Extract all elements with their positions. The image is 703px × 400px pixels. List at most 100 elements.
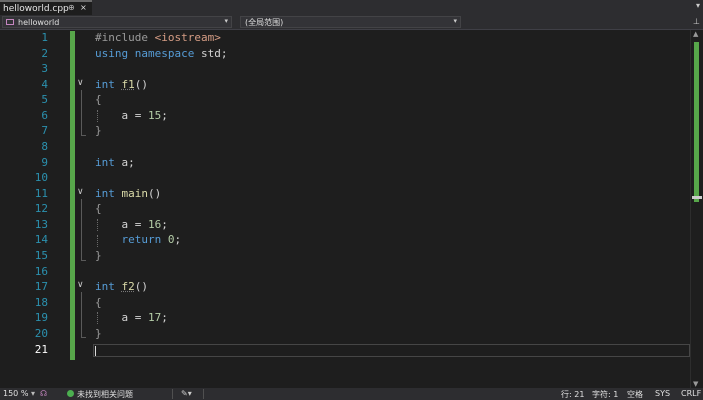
operator: = bbox=[128, 218, 148, 231]
code-line-5: { bbox=[95, 93, 102, 106]
split-icon[interactable]: ⊥ bbox=[693, 17, 700, 26]
line-number: 10 bbox=[34, 171, 48, 184]
brace: } bbox=[95, 124, 102, 137]
line-number: 5 bbox=[41, 93, 48, 106]
include-header: <iostream> bbox=[154, 31, 221, 44]
code-text: () bbox=[134, 280, 148, 293]
line-endings[interactable]: CRLF bbox=[681, 389, 701, 398]
outline-line bbox=[81, 199, 82, 260]
line-number: 18 bbox=[34, 296, 48, 309]
line-number: 14 bbox=[34, 233, 48, 246]
code-text: () bbox=[134, 78, 148, 91]
pin-icon[interactable]: ⊕ bbox=[68, 3, 75, 12]
line-number: 7 bbox=[41, 124, 48, 137]
code-line-11: int main() bbox=[95, 187, 161, 200]
code-line-12: { bbox=[95, 202, 102, 215]
line-number: 4 bbox=[41, 78, 48, 91]
code-line-18: { bbox=[95, 296, 102, 309]
project-name: helloworld bbox=[18, 17, 60, 27]
code-line-14: return 0; bbox=[95, 233, 182, 246]
brush-icon[interactable]: ✎▾ bbox=[181, 389, 192, 398]
line-position[interactable]: 行: 21 bbox=[561, 389, 584, 400]
separator bbox=[172, 389, 173, 399]
keyword: namespace bbox=[134, 47, 195, 60]
tab-overflow-icon[interactable]: ▾ bbox=[696, 1, 700, 10]
function-name: f1 bbox=[121, 78, 135, 91]
encoding[interactable]: SYS bbox=[655, 389, 670, 398]
scope-dropdown[interactable]: (全局范围) ▾ bbox=[240, 16, 461, 28]
preprocessor-directive: #include bbox=[95, 31, 155, 44]
code-text: a; bbox=[114, 156, 135, 169]
chevron-down-icon: ▾ bbox=[453, 17, 457, 25]
line-number: 16 bbox=[34, 265, 48, 278]
line-number: 6 bbox=[41, 109, 48, 122]
code-line-6: a = 15; bbox=[95, 109, 168, 122]
operator: = bbox=[128, 311, 148, 324]
semicolon: ; bbox=[174, 233, 182, 246]
close-icon[interactable]: × bbox=[80, 3, 87, 12]
code-line-19: a = 17; bbox=[95, 311, 168, 324]
char-position[interactable]: 字符: 1 bbox=[592, 389, 618, 400]
document-tab-bar: helloworld.cpp ⊕ × ▾ bbox=[0, 0, 703, 15]
line-number: 12 bbox=[34, 202, 48, 215]
scope-name: (全局范围) bbox=[245, 17, 284, 27]
brace: } bbox=[95, 327, 102, 340]
code-line-2: using namespace std; bbox=[95, 47, 227, 60]
tab-title: helloworld.cpp bbox=[3, 3, 69, 14]
issues-text: 未找到相关问题 bbox=[77, 390, 133, 399]
scrollbar-change-map bbox=[694, 42, 699, 202]
brace: { bbox=[95, 93, 102, 106]
brace: { bbox=[95, 296, 102, 309]
semicolon: ; bbox=[161, 218, 168, 231]
code-line-9: int a; bbox=[95, 156, 135, 169]
line-number: 20 bbox=[34, 327, 48, 340]
number-literal: 17 bbox=[148, 311, 162, 324]
line-number: 8 bbox=[41, 140, 48, 153]
semicolon: ; bbox=[161, 311, 168, 324]
number-literal: 16 bbox=[148, 218, 162, 231]
collapse-icon[interactable]: ∨ bbox=[77, 187, 84, 197]
vertical-scrollbar[interactable]: ▲ ▼ bbox=[690, 30, 703, 388]
code-line-7: } bbox=[95, 124, 102, 137]
line-number: 19 bbox=[34, 311, 48, 324]
line-number: 3 bbox=[41, 62, 48, 75]
outline-line bbox=[81, 90, 82, 135]
code-line-17: int f2() bbox=[95, 280, 148, 293]
project-icon bbox=[6, 19, 14, 25]
collapse-icon[interactable]: ∨ bbox=[77, 78, 84, 88]
keyword: int bbox=[95, 187, 115, 200]
outline-end bbox=[81, 260, 86, 261]
number-literal: 0 bbox=[167, 233, 175, 246]
line-number-current: 21 bbox=[34, 343, 48, 356]
scrollbar-caret-marker bbox=[692, 196, 702, 199]
scroll-up-icon[interactable]: ▲ bbox=[693, 30, 698, 38]
whitespace-mode[interactable]: 空格 bbox=[627, 389, 643, 400]
code-line-1: #include <iostream> bbox=[95, 31, 221, 44]
code-text: std; bbox=[194, 47, 228, 60]
code-line-15: } bbox=[95, 249, 102, 262]
project-dropdown[interactable]: helloworld ▾ bbox=[2, 16, 232, 28]
current-line-highlight bbox=[93, 344, 690, 357]
line-number: 2 bbox=[41, 47, 48, 60]
code-line-4: int f1() bbox=[95, 78, 148, 91]
outline-end bbox=[81, 337, 86, 338]
brace: { bbox=[95, 202, 102, 215]
code-text: () bbox=[148, 187, 162, 200]
keyword: int bbox=[95, 156, 115, 169]
navigation-bar: helloworld ▾ (全局范围) ▾ ⊥ bbox=[0, 15, 703, 30]
outline-line bbox=[81, 292, 82, 337]
collapse-icon[interactable]: ∨ bbox=[77, 280, 84, 290]
zoom-dropdown-icon[interactable]: ▾ bbox=[31, 389, 35, 398]
zoom-level[interactable]: 150 % bbox=[3, 389, 28, 398]
brace: } bbox=[95, 249, 102, 262]
status-bar: 150 % ▾ ☊ 未找到相关问题 ✎▾ 行: 21 字符: 1 空格 SYS … bbox=[0, 388, 703, 400]
line-number: 1 bbox=[41, 31, 48, 44]
code-editor[interactable]: 1 2 3 4 5 6 7 8 9 10 11 12 13 14 15 16 1… bbox=[0, 30, 703, 388]
function-name: main bbox=[121, 187, 149, 200]
tab-helloworld-cpp[interactable]: helloworld.cpp ⊕ × bbox=[0, 0, 92, 15]
issues-status[interactable]: 未找到相关问题 bbox=[67, 389, 133, 400]
operator: = bbox=[128, 109, 148, 122]
scroll-down-icon[interactable]: ▼ bbox=[693, 380, 698, 388]
copilot-icon[interactable]: ☊ bbox=[40, 389, 47, 398]
chevron-down-icon: ▾ bbox=[224, 17, 228, 25]
